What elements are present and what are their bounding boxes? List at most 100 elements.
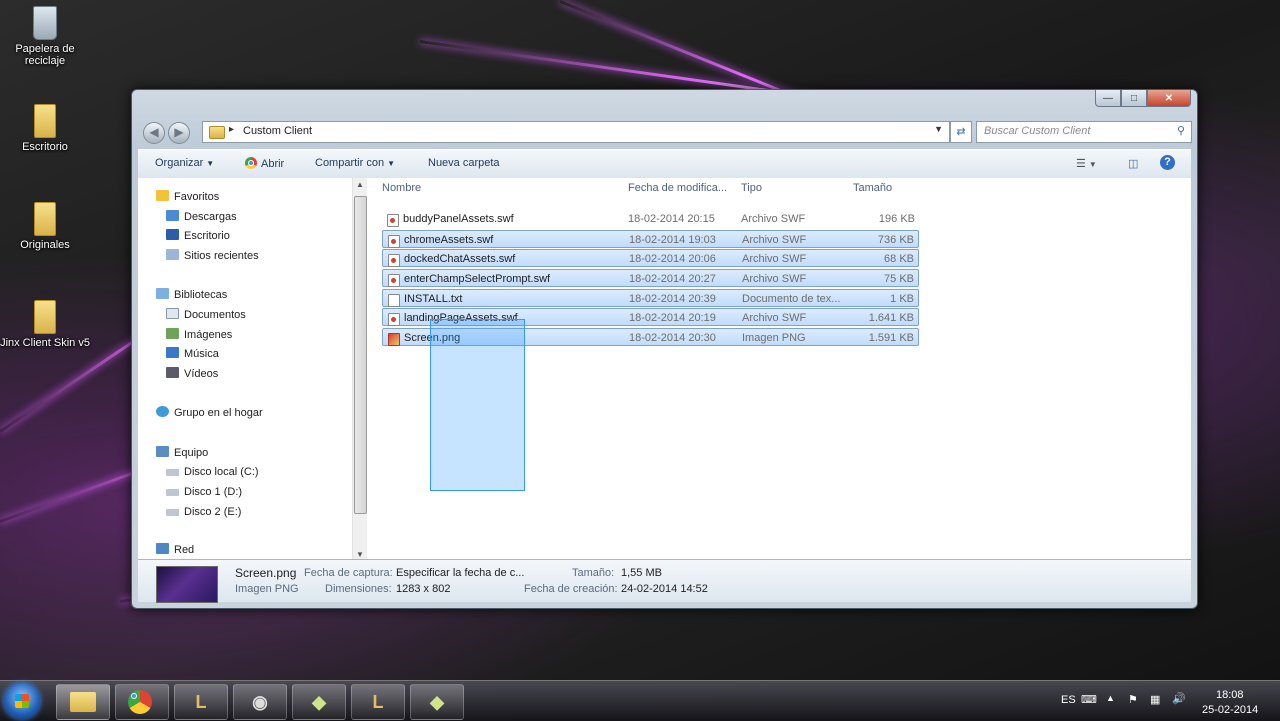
search-placeholder: Buscar Custom Client: [984, 125, 1091, 137]
navigation-pane: Favoritos Descargas Escritorio Sitios re…: [138, 178, 353, 561]
nav-scrollbar[interactable]: ▲ ▼: [352, 178, 367, 561]
selection-marquee: [430, 319, 525, 491]
taskbar-app-button[interactable]: ◉: [233, 684, 287, 720]
taskbar-league-button[interactable]: L: [174, 684, 228, 720]
open-label: Abrir: [261, 158, 285, 170]
nav-libraries[interactable]: Bibliotecas: [156, 286, 227, 304]
organize-button[interactable]: Organizar ▼: [155, 157, 214, 169]
nav-images[interactable]: Imágenes: [166, 326, 232, 344]
file-name: dockedChatAssets.swf: [404, 253, 516, 265]
action-center-icon[interactable]: ⚑: [1128, 693, 1138, 706]
clock-date[interactable]: 25-02-2014: [1202, 704, 1258, 716]
nav-disk-d[interactable]: Disco 1 (D:): [166, 483, 242, 501]
folder-icon: [70, 692, 96, 712]
nav-computer[interactable]: Equipo: [156, 444, 208, 462]
column-header-name[interactable]: Nombre: [382, 182, 421, 194]
clock-time[interactable]: 18:08: [1216, 689, 1244, 701]
documents-icon: [166, 308, 179, 319]
chevron-down-icon[interactable]: ▼: [934, 124, 943, 134]
nav-disk-e[interactable]: Disco 2 (E:): [166, 503, 241, 521]
file-date: 18-02-2014 20:39: [629, 293, 716, 305]
file-thumbnail: [156, 566, 218, 603]
nav-homegroup[interactable]: Grupo en el hogar: [156, 404, 263, 422]
back-button[interactable]: ◀: [143, 122, 165, 144]
minimize-button[interactable]: —: [1095, 90, 1121, 107]
file-name: buddyPanelAssets.swf: [403, 213, 514, 225]
preview-pane-button[interactable]: ◫: [1128, 157, 1138, 170]
file-row[interactable]: dockedChatAssets.swf 18-02-2014 20:06 Ar…: [382, 249, 919, 267]
share-label: Compartir con: [315, 157, 385, 169]
nav-label: Disco 1 (D:): [184, 486, 243, 498]
forward-button[interactable]: ▶: [168, 122, 190, 144]
image-file-icon: [388, 333, 400, 346]
nav-downloads[interactable]: Descargas: [166, 208, 237, 226]
nav-documents[interactable]: Documentos: [166, 306, 246, 324]
nav-disk-c[interactable]: Disco local (C:): [166, 463, 259, 481]
address-path: Custom Client: [243, 125, 313, 137]
desktop-icon-label: Jinx Client Skin v5: [0, 337, 90, 349]
command-bar: Organizar ▼ Abrir Compartir con ▼ Nueva ca…: [138, 149, 1191, 179]
desktop-icon-originales[interactable]: Originales: [5, 202, 85, 251]
address-bar[interactable]: ▸ Custom Client ▼: [202, 121, 950, 143]
nav-music[interactable]: Música: [166, 345, 219, 363]
share-button[interactable]: Compartir con ▼: [315, 157, 395, 169]
scrollbar-thumb[interactable]: [354, 196, 367, 514]
nav-label: Disco 2 (E:): [184, 506, 242, 518]
taskbar-app-button[interactable]: ◆: [410, 684, 464, 720]
nav-videos[interactable]: Vídeos: [166, 365, 218, 383]
details-filename: Screen.png: [235, 566, 297, 580]
chrome-icon: [128, 690, 152, 714]
column-header-date[interactable]: Fecha de modifica...: [628, 182, 727, 194]
file-row[interactable]: chromeAssets.swf 18-02-2014 19:03 Archiv…: [382, 230, 919, 248]
volume-icon[interactable]: 🔊: [1172, 692, 1186, 705]
column-header-type[interactable]: Tipo: [741, 182, 762, 194]
drive-icon: [166, 469, 179, 476]
view-options-button[interactable]: ☰ ▼: [1076, 157, 1097, 170]
nav-favorites[interactable]: Favoritos: [156, 188, 219, 206]
star-icon: [156, 190, 169, 201]
desktop-icon-recycle-bin[interactable]: Papelera de reciclaje: [5, 6, 85, 67]
taskbar-explorer-button[interactable]: [56, 684, 110, 720]
taskbar-app-button[interactable]: ◆: [292, 684, 346, 720]
file-name: INSTALL.txt: [404, 293, 463, 305]
nav-label: Red: [174, 544, 195, 556]
file-row[interactable]: enterChampSelectPrompt.swf 18-02-2014 20…: [382, 269, 919, 287]
details-filetype: Imagen PNG: [235, 583, 299, 595]
start-button[interactable]: [4, 683, 40, 719]
close-button[interactable]: ✕: [1147, 90, 1191, 107]
nav-recent[interactable]: Sitios recientes: [166, 247, 259, 265]
file-date: 18-02-2014 20:15: [628, 213, 715, 225]
search-input[interactable]: Buscar Custom Client ⚲: [976, 121, 1192, 143]
language-indicator[interactable]: ES: [1061, 694, 1076, 706]
file-row[interactable]: buddyPanelAssets.swf 18-02-2014 20:15 Ar…: [382, 210, 919, 228]
caret-down-icon: ▼: [206, 159, 215, 168]
taskbar-league-button[interactable]: L: [351, 684, 405, 720]
file-row[interactable]: INSTALL.txt 18-02-2014 20:39 Documento d…: [382, 289, 919, 307]
help-icon[interactable]: ?: [1160, 155, 1175, 170]
text-file-icon: [388, 294, 400, 307]
details-capture-value[interactable]: Especificar la fecha de c...: [396, 567, 524, 579]
images-icon: [166, 328, 179, 339]
open-button[interactable]: Abrir: [245, 157, 284, 170]
nav-network[interactable]: Red: [156, 541, 194, 559]
refresh-button[interactable]: ⇄: [950, 121, 972, 143]
desktop-icon-jinx[interactable]: Jinx Client Skin v5: [0, 300, 90, 349]
swf-file-icon: [388, 313, 400, 326]
show-hidden-icons-button[interactable]: ▲: [1106, 693, 1115, 703]
desktop-icon-escritorio[interactable]: Escritorio: [5, 104, 85, 153]
file-type: Archivo SWF: [742, 234, 807, 246]
network-icon[interactable]: ▦: [1150, 693, 1160, 706]
desktop-icon-label: Escritorio: [22, 141, 68, 153]
chevron-right-icon: ▸: [229, 124, 235, 135]
new-folder-button[interactable]: Nueva carpeta: [428, 157, 500, 169]
folder-icon: [209, 126, 225, 139]
scroll-up-icon[interactable]: ▲: [356, 180, 364, 189]
keyboard-icon[interactable]: ⌨: [1081, 693, 1097, 706]
nav-desktop[interactable]: Escritorio: [166, 227, 230, 245]
maximize-button[interactable]: □: [1121, 90, 1147, 107]
taskbar-chrome-button[interactable]: [115, 684, 169, 720]
nav-label: Sitios recientes: [184, 250, 259, 262]
scroll-down-icon[interactable]: ▼: [356, 550, 364, 559]
chrome-icon: [245, 157, 257, 169]
column-header-size[interactable]: Tamaño: [853, 182, 892, 194]
